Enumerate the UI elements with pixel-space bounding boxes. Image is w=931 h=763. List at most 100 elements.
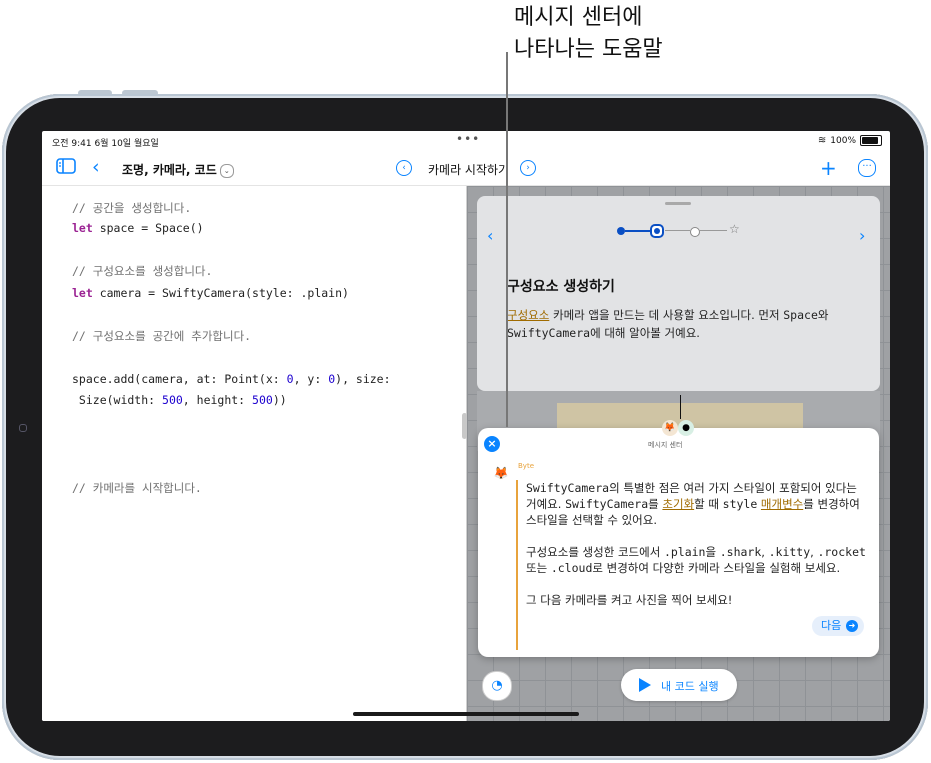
- message-text: 를: [648, 497, 663, 511]
- message-accent-bar: [516, 480, 518, 650]
- code-text: ), size:: [335, 372, 391, 386]
- guide-code: Space: [783, 308, 818, 322]
- prev-page-icon[interactable]: ‹: [396, 160, 412, 176]
- run-code-button[interactable]: 내 코드 실행: [621, 669, 737, 701]
- code-editor[interactable]: // 공간을 생성합니다. let space = Space() // 구성요…: [42, 186, 466, 721]
- toolbar: ‹ 조명, 카메라, 코드 ⌄ ‹ 카메라 시작하기 › + ···: [42, 153, 890, 186]
- message-center-icons: 🦊 ●: [662, 420, 702, 440]
- next-button[interactable]: 다음 ➜: [812, 616, 864, 636]
- message-code: .cloud: [550, 561, 593, 575]
- speedometer-icon[interactable]: ◔: [482, 671, 512, 701]
- guide-next-icon[interactable]: ›: [859, 226, 865, 245]
- friend-avatar-icon: ●: [678, 420, 694, 436]
- home-indicator[interactable]: [353, 712, 579, 716]
- glossary-link[interactable]: 매개변수: [761, 497, 803, 511]
- code-text: Size(width:: [72, 393, 163, 407]
- code-comment: // 구성요소를 공간에 추가합니다.: [72, 329, 252, 343]
- guide-title: 구성요소 생성하기: [507, 279, 615, 295]
- more-icon[interactable]: ···: [858, 159, 876, 177]
- ipad-screen: 오전 9:41 6월 10일 월요일 ••• ≋ 100% ‹ 조명, 카메라,…: [42, 131, 890, 721]
- sender-name: Byte: [518, 462, 534, 470]
- code-text: )): [272, 393, 287, 407]
- chevron-down-icon[interactable]: ⌄: [219, 163, 234, 178]
- multitask-dots-icon[interactable]: •••: [456, 132, 480, 146]
- message-code: .plain: [663, 545, 706, 559]
- battery-icon: [860, 135, 882, 146]
- glossary-link[interactable]: 구성요소: [507, 308, 549, 322]
- step-indicator: ☆: [617, 222, 741, 242]
- arrow-right-icon: ➜: [846, 620, 858, 632]
- callout-line-1: 메시지 센터에: [514, 5, 643, 30]
- battery-percent: 100%: [830, 135, 856, 146]
- message-center-card: × 메시지 센터 🦊 Byte SwiftyCamera의 특별한 점은 여러 …: [478, 428, 879, 657]
- message-text: 을: [705, 545, 720, 559]
- step-dot-current[interactable]: [650, 224, 664, 238]
- glossary-link[interactable]: 초기화: [662, 497, 694, 511]
- status-bar: 오전 9:41 6월 10일 월요일 ••• ≋ 100%: [42, 131, 890, 153]
- message-text: 또는: [526, 561, 551, 575]
- code-line[interactable]: space.add(camera, at: Point(x: 0, y: 0),…: [72, 372, 391, 386]
- playground-title-text: 조명, 카메라, 코드: [122, 163, 217, 177]
- message-text: 구성요소를 생성한 코드에서: [526, 545, 664, 559]
- step-line: [699, 230, 727, 231]
- message-code: .kitty: [768, 545, 811, 559]
- step-line: [625, 230, 652, 232]
- code-comment: // 공간을 생성합니다.: [72, 201, 192, 215]
- code-comment: // 구성요소를 생성합니다.: [72, 264, 213, 278]
- code-line[interactable]: Size(width: 500, height: 500)): [72, 393, 287, 407]
- step-dot[interactable]: [690, 227, 700, 237]
- message-text: ,: [761, 545, 769, 559]
- status-right: ≋ 100%: [818, 135, 882, 146]
- byte-avatar-icon: 🦊: [662, 420, 678, 436]
- step-dot[interactable]: [617, 227, 625, 235]
- callout-pointer-line: [506, 52, 508, 427]
- back-chevron-icon[interactable]: ‹: [92, 156, 100, 178]
- code-keyword: let: [72, 221, 93, 235]
- guide-text: 에 대해 알아볼 거예요.: [590, 326, 700, 340]
- play-icon: [639, 678, 651, 692]
- next-button-label: 다음: [821, 619, 842, 632]
- guide-body: 구성요소 카메라 앱을 만드는 데 사용할 요소입니다. 먼저 Space와 S…: [507, 306, 857, 342]
- message-paragraph: 구성요소를 생성한 코드에서 .plain을 .shark, .kitty, .…: [526, 544, 866, 576]
- code-text: space = Space(): [92, 221, 204, 235]
- code-comment: // 카메라를 시작합니다.: [72, 481, 202, 495]
- message-text: 할 때: [694, 497, 723, 511]
- code-text: camera = SwiftyCamera(style: .plain): [92, 286, 349, 300]
- code-number: 500: [252, 393, 273, 407]
- callout-line-2: 나타나는 도움말: [514, 37, 663, 62]
- message-paragraph: SwiftyCamera의 특별한 점은 여러 가지 스타일이 포함되어 있다는…: [526, 480, 866, 528]
- guide-prev-icon[interactable]: ‹: [487, 226, 493, 245]
- message-code: style: [722, 497, 758, 511]
- message-code: SwiftyCamera: [565, 497, 649, 511]
- guide-text: 카메라 앱을 만드는 데 사용할 요소입니다. 먼저: [549, 308, 784, 322]
- guide-handle[interactable]: [665, 202, 691, 205]
- playground-title[interactable]: 조명, 카메라, 코드 ⌄: [122, 161, 234, 178]
- guide-code: SwiftyCamera: [507, 326, 591, 340]
- code-line[interactable]: let camera = SwiftyCamera(style: .plain): [72, 286, 349, 300]
- message-center-label: 메시지 센터: [648, 441, 683, 449]
- guide-text: 와: [817, 308, 829, 322]
- wifi-icon: ≋: [817, 135, 827, 146]
- code-line[interactable]: let space = Space(): [72, 221, 204, 235]
- code-keyword: let: [72, 286, 93, 300]
- run-code-label: 내 코드 실행: [661, 680, 719, 693]
- code-text: , height:: [182, 393, 253, 407]
- code-number: 0: [286, 372, 294, 386]
- code-number: 500: [162, 393, 183, 407]
- next-page-icon[interactable]: ›: [520, 160, 536, 176]
- code-text: , y:: [293, 372, 329, 386]
- close-icon[interactable]: ×: [484, 436, 500, 452]
- message-code: .shark: [719, 545, 762, 559]
- message-code: SwiftyCamera: [526, 481, 610, 495]
- plus-icon[interactable]: +: [820, 156, 837, 180]
- message-body: SwiftyCamera의 특별한 점은 여러 가지 스타일이 포함되어 있다는…: [526, 480, 866, 624]
- step-line: [665, 230, 690, 231]
- star-icon[interactable]: ☆: [729, 222, 740, 236]
- code-text: space.add(camera, at: Point(x:: [72, 372, 287, 386]
- guide-panel: ‹ ☆ › 구성요소 생성하기 구성요소 카메라 앱을 만드는 데 사용할 요소…: [477, 196, 880, 391]
- message-code: .rocket: [817, 545, 866, 559]
- message-pointer-line: [680, 395, 681, 419]
- byte-avatar-icon: 🦊: [493, 466, 509, 480]
- message-text: 로 변경하여 다양한 카메라 스타일을 실험해 보세요.: [592, 561, 841, 575]
- sidebar-icon[interactable]: [56, 158, 76, 178]
